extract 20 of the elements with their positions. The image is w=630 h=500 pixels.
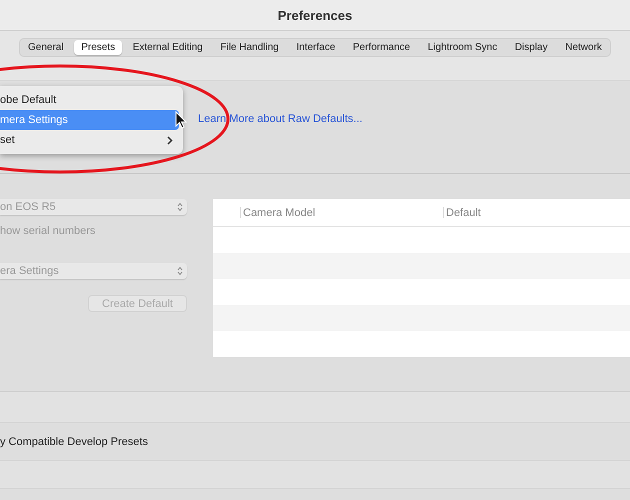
tab[interactable]: Presets [74, 40, 122, 55]
window-title: Preferences [278, 8, 352, 22]
tab[interactable]: Performance [346, 40, 418, 55]
menu-item[interactable]: obe Default [0, 90, 179, 110]
tab[interactable]: External Editing [126, 40, 210, 55]
tab[interactable]: Network [558, 40, 609, 55]
tab[interactable]: File Handling [213, 40, 286, 55]
column-header[interactable]: Default [443, 207, 626, 218]
tab[interactable]: Interface [289, 40, 342, 55]
menu-item[interactable]: set [0, 130, 179, 150]
section-label: y Compatible Develop Presets [0, 436, 148, 448]
updown-chevron-icon [177, 202, 183, 212]
tab[interactable]: General [21, 40, 71, 55]
chevron-right-icon [167, 136, 173, 144]
updown-chevron-icon [177, 266, 183, 276]
mouse-pointer-icon [175, 111, 187, 129]
column-header[interactable]: Camera Model [240, 207, 443, 218]
tab[interactable]: Display [508, 40, 555, 55]
learn-more-link[interactable]: Learn More about Raw Defaults... [198, 113, 362, 125]
tab[interactable]: Lightroom Sync [420, 40, 504, 55]
